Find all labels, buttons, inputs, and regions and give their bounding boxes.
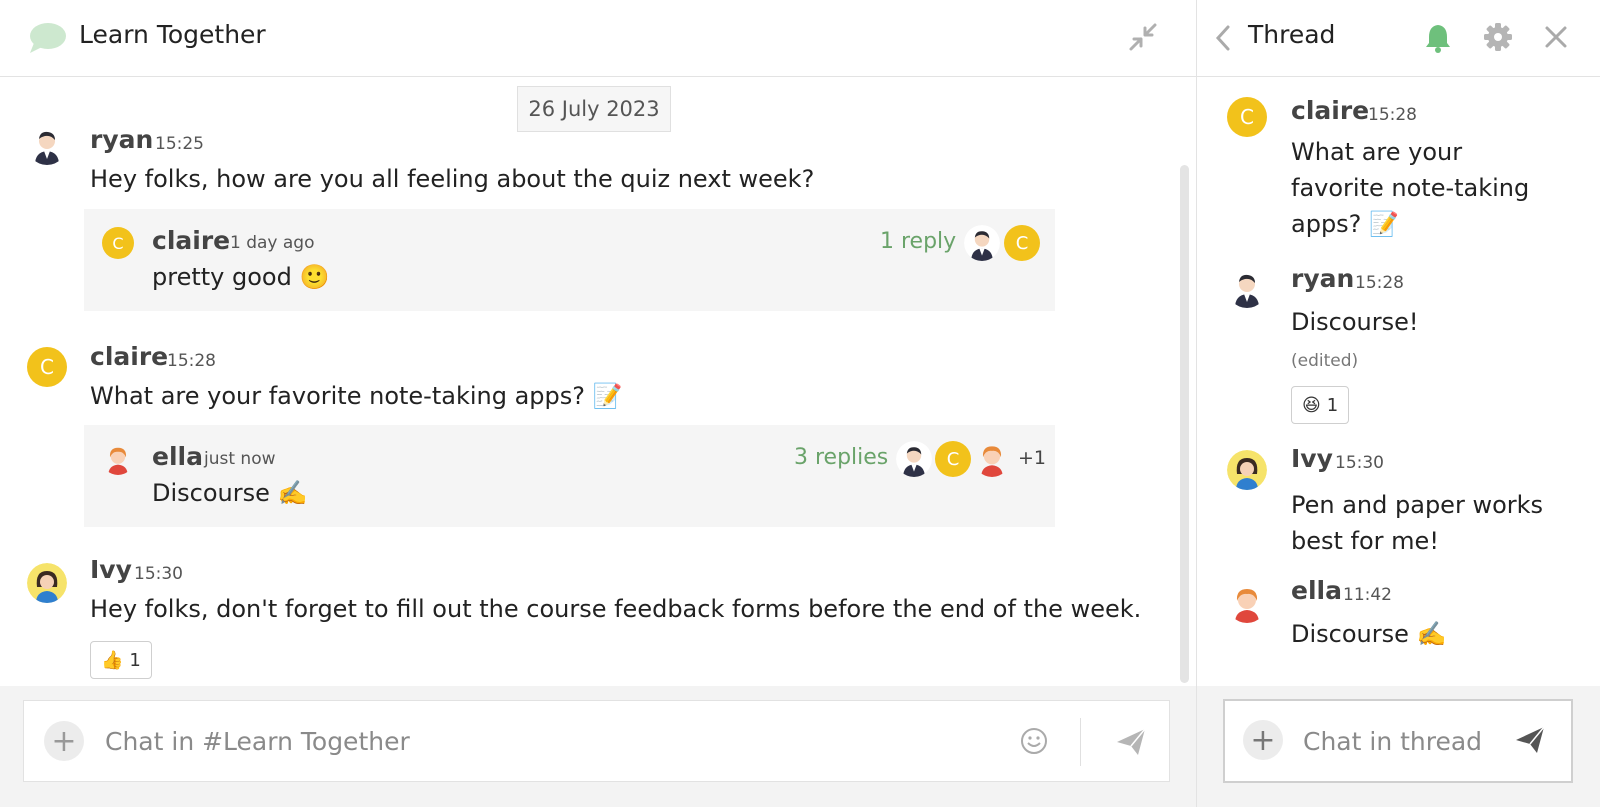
thread-chat-input[interactable] — [1303, 719, 1503, 763]
more-participants: +1 — [1018, 447, 1047, 469]
message-username[interactable]: claire — [90, 342, 168, 371]
avatar — [27, 563, 67, 603]
date-separator: 26 July 2023 — [517, 86, 671, 132]
thread-last-time: 1 day ago — [230, 233, 315, 253]
send-icon[interactable] — [1114, 725, 1148, 759]
thread-message-text: Discourse ✍️ — [1291, 620, 1447, 648]
thread-reply-count[interactable]: 3 replies — [794, 445, 888, 470]
message-composer: + — [23, 700, 1170, 782]
person-avatar-icon — [1227, 450, 1267, 490]
channel-pane: Learn Together 26 July 2023 ryan 15:25 H… — [0, 0, 1196, 807]
thread-last-username: claire — [152, 226, 231, 255]
message-username[interactable]: ryan — [90, 125, 153, 154]
thread-reply-count[interactable]: 1 reply — [880, 229, 956, 254]
thread-last-time: just now — [204, 449, 276, 469]
avatar — [27, 125, 67, 165]
collapse-icon[interactable] — [1128, 22, 1158, 52]
message-time: 15:28 — [167, 351, 216, 371]
message-text: Hey folks, don't forget to fill out the … — [90, 595, 1142, 623]
person-avatar-icon — [964, 225, 1000, 261]
edited-label: (edited) — [1291, 351, 1359, 371]
participant-avatar — [974, 441, 1010, 477]
person-avatar-icon — [896, 441, 932, 477]
person-avatar-icon — [1235, 274, 1259, 308]
participant-avatar: C — [1004, 225, 1040, 261]
bell-icon[interactable] — [1423, 22, 1453, 54]
thread-composer: + — [1223, 699, 1573, 783]
avatar — [102, 443, 134, 475]
avatar — [1227, 268, 1267, 308]
send-icon[interactable] — [1513, 723, 1547, 757]
thread-message-username[interactable]: ella — [1291, 576, 1342, 605]
thread-preview[interactable]: C claire 1 day ago pretty good 🙂 1 reply… — [84, 209, 1055, 311]
person-avatar-icon — [27, 563, 67, 603]
thread-last-text: Discourse ✍️ — [152, 479, 308, 507]
scrollbar[interactable] — [1180, 165, 1189, 683]
person-avatar-icon — [35, 131, 59, 165]
thread-message-text: Pen and paper works best for me! — [1291, 491, 1544, 555]
channel-title: Learn Together — [79, 20, 266, 49]
divider — [1080, 718, 1081, 766]
thread-message-text: Discourse! — [1291, 308, 1419, 336]
participant-avatar: C — [935, 441, 971, 477]
thread-message-username[interactable]: Ivy — [1291, 444, 1333, 473]
avatar: C — [1227, 97, 1267, 137]
chat-app: Learn Together 26 July 2023 ryan 15:25 H… — [0, 0, 1600, 807]
thumbs-up-icon: 👍 — [101, 649, 124, 671]
message-text: What are your favorite note-taking apps?… — [90, 382, 623, 410]
thread-title: Thread — [1248, 20, 1336, 49]
smiley-icon[interactable] — [1019, 726, 1049, 756]
plus-icon[interactable]: + — [44, 721, 84, 761]
thread-message-time: 15:28 — [1355, 273, 1404, 293]
channel-header: Learn Together — [0, 0, 1196, 77]
gear-icon[interactable] — [1483, 22, 1513, 52]
plus-icon[interactable]: + — [1243, 720, 1283, 760]
thread-preview[interactable]: ella just now Discourse ✍️ 3 replies C +… — [84, 425, 1055, 527]
chevron-left-icon[interactable] — [1213, 24, 1233, 52]
thread-last-username: ella — [152, 442, 203, 471]
avatar — [1227, 583, 1267, 623]
reaction-button[interactable]: 😆 1 — [1291, 386, 1350, 424]
thread-message-text: What are your favorite note-taking apps?… — [1291, 138, 1530, 238]
participant-avatar — [896, 441, 932, 477]
speech-bubble-icon — [30, 23, 66, 53]
message-username[interactable]: Ivy — [90, 555, 132, 584]
avatar — [1227, 450, 1267, 490]
thread-last-text: pretty good 🙂 — [152, 263, 330, 291]
message-time: 15:30 — [134, 564, 183, 584]
thread-message-username[interactable]: claire — [1291, 96, 1369, 125]
reaction-count: 1 — [1326, 394, 1339, 416]
message-time: 15:25 — [155, 134, 204, 154]
thread-pane: Thread C claire 15:28 What are your favo… — [1197, 0, 1600, 807]
chat-input[interactable] — [105, 719, 985, 763]
laughing-emoji-icon: 😆 — [1302, 394, 1321, 416]
thread-message-time: 11:42 — [1343, 585, 1392, 605]
thread-header: Thread — [1197, 0, 1600, 77]
thread-message-time: 15:30 — [1335, 453, 1384, 473]
thread-message-username[interactable]: ryan — [1291, 264, 1354, 293]
reaction-button[interactable]: 👍 1 — [90, 641, 152, 679]
person-avatar-icon — [981, 446, 1003, 477]
person-avatar-icon — [108, 447, 128, 475]
avatar: C — [102, 227, 134, 259]
thread-message-time: 15:28 — [1368, 105, 1417, 125]
participant-avatar — [964, 225, 1000, 261]
reaction-count: 1 — [129, 649, 141, 671]
avatar: C — [27, 347, 67, 387]
person-avatar-icon — [1235, 589, 1259, 623]
close-icon[interactable] — [1543, 24, 1569, 50]
message-text: Hey folks, how are you all feeling about… — [90, 165, 815, 193]
